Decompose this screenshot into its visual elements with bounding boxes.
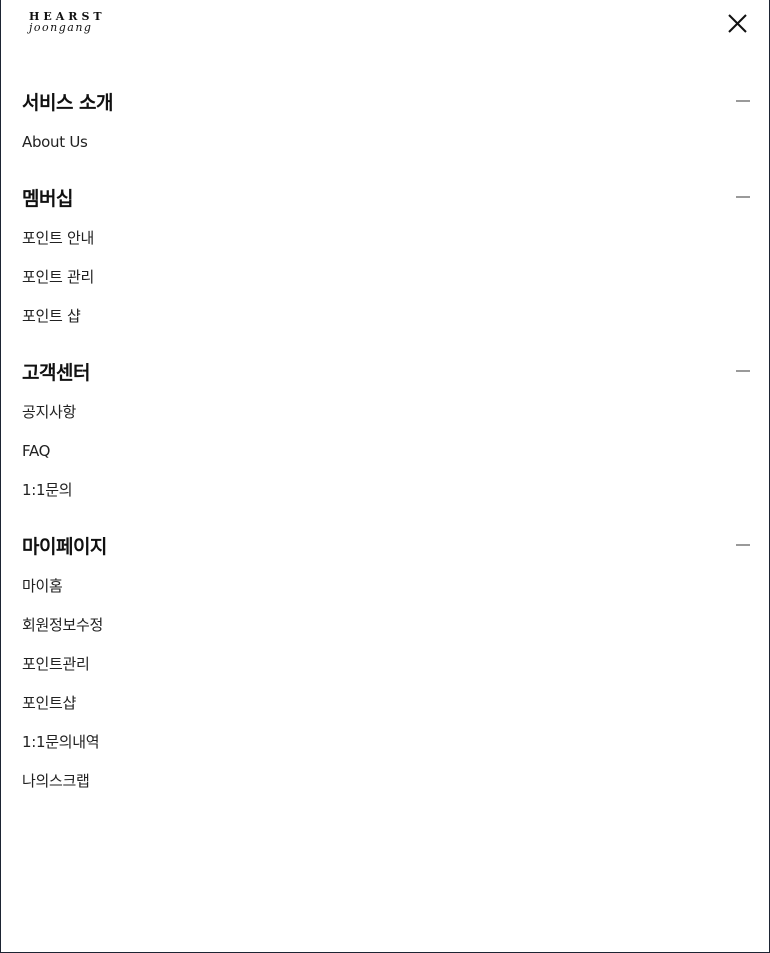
section-title: 멤버십: [22, 187, 73, 210]
menu-item-my-points[interactable]: 포인트관리: [22, 645, 752, 684]
menu-item-edit-profile[interactable]: 회원정보수정: [22, 606, 752, 645]
menu-section-service: 서비스 소개 About Us: [22, 84, 752, 162]
menu-item-point-shop[interactable]: 포인트 샵: [22, 297, 752, 336]
section-title: 서비스 소개: [22, 91, 114, 114]
section-header[interactable]: 서비스 소개: [22, 84, 752, 118]
menu-section-customer-center: 고객센터 공지사항 FAQ 1:1문의: [22, 354, 752, 510]
menu-item-my-scrap[interactable]: 나의스크랩: [22, 762, 752, 801]
menu-item-point-manage[interactable]: 포인트 관리: [22, 258, 752, 297]
menu-item-faq[interactable]: FAQ: [22, 432, 752, 471]
menu-item-inquiry-history[interactable]: 1:1문의내역: [22, 723, 752, 762]
menu-item-inquiry[interactable]: 1:1문의: [22, 471, 752, 510]
drawer-menu: 서비스 소개 About Us 멤버십 포인트 안내 포인트 관리 포인트 샵 …: [22, 84, 752, 801]
logo-wordmark-bottom: joongang: [29, 21, 93, 34]
menu-item-my-home[interactable]: 마이홈: [22, 567, 752, 606]
minus-icon[interactable]: [736, 544, 750, 546]
hearst-joongang-logo[interactable]: HEARST joongang: [29, 10, 109, 34]
menu-section-mypage: 마이페이지 마이홈 회원정보수정 포인트관리 포인트샵 1:1문의내역 나의스크…: [22, 528, 752, 801]
menu-item-about-us[interactable]: About Us: [22, 123, 752, 162]
menu-section-membership: 멤버십 포인트 안내 포인트 관리 포인트 샵: [22, 180, 752, 336]
close-icon: [725, 11, 751, 37]
section-header[interactable]: 고객센터: [22, 354, 752, 388]
menu-item-point-guide[interactable]: 포인트 안내: [22, 219, 752, 258]
menu-item-notice[interactable]: 공지사항: [22, 393, 752, 432]
minus-icon[interactable]: [736, 196, 750, 198]
menu-item-my-point-shop[interactable]: 포인트샵: [22, 684, 752, 723]
section-header[interactable]: 마이페이지: [22, 528, 752, 562]
section-title: 고객센터: [22, 361, 90, 384]
section-title: 마이페이지: [22, 535, 107, 558]
minus-icon[interactable]: [736, 370, 750, 372]
close-button[interactable]: [725, 11, 751, 37]
minus-icon[interactable]: [736, 100, 750, 102]
menu-drawer: HEARST joongang 서비스 소개 About Us 멤버십 포인트 …: [0, 0, 770, 953]
section-header[interactable]: 멤버십: [22, 180, 752, 214]
